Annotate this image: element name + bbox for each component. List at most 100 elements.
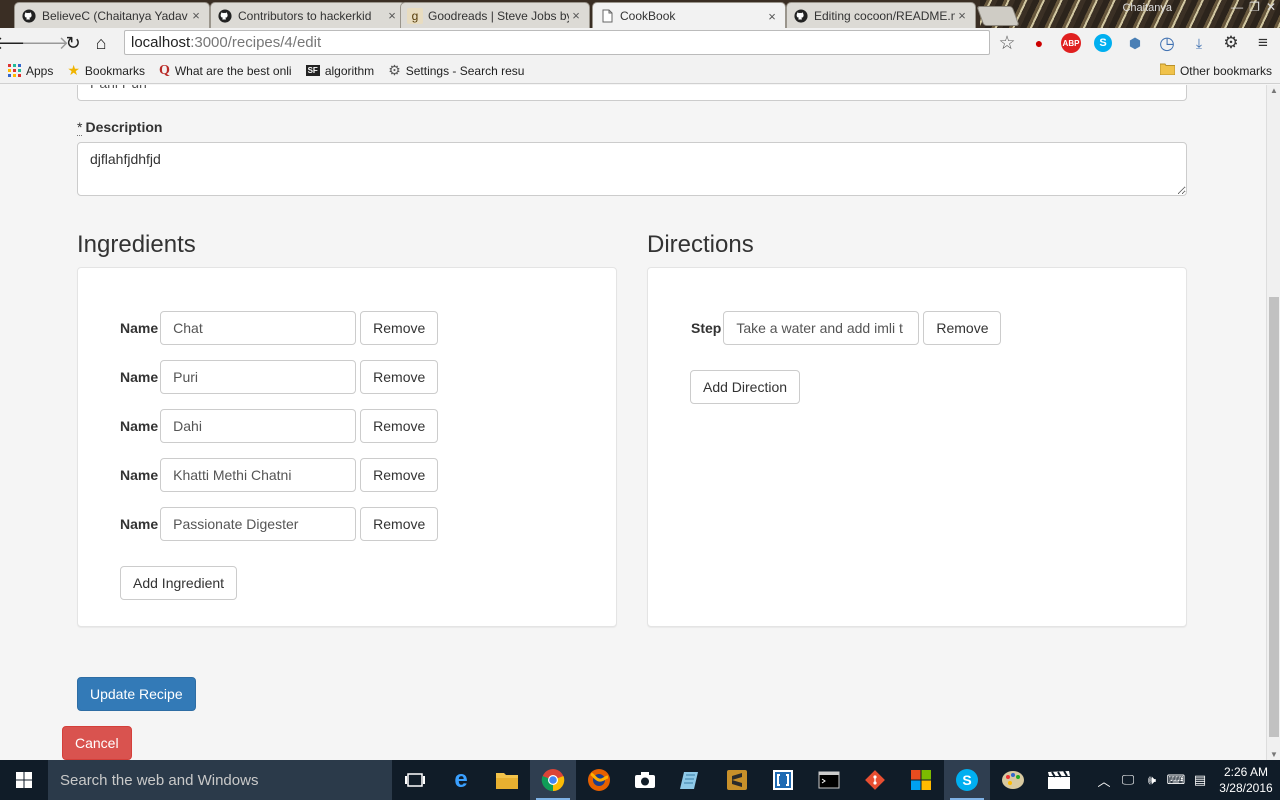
ingredient-name-input[interactable] <box>160 360 357 394</box>
step-label: Step <box>691 320 722 336</box>
office-app[interactable] <box>898 760 944 800</box>
page-scrollbar[interactable]: ▲ ▼ <box>1266 85 1280 760</box>
notifier-icon[interactable]: ⬢ <box>1122 30 1148 56</box>
new-tab-button[interactable] <box>976 6 1020 26</box>
forward-button[interactable]: 🡒 <box>21 29 69 57</box>
clock-date: 3/28/2016 <box>1219 781 1273 795</box>
scroll-down-icon[interactable]: ▼ <box>1270 750 1278 759</box>
close-tab-icon[interactable]: × <box>955 8 969 23</box>
close-window-icon[interactable]: ✕ <box>1266 0 1276 14</box>
quora-icon: Q <box>158 62 170 78</box>
directions-heading: Directions <box>647 231 754 258</box>
add-ingredient-button[interactable]: Add Ingredient <box>120 566 238 600</box>
extension-icons: ☆ ● ABP S ⬢ ◷ ⤓ ⚙ ≡ <box>994 30 1276 56</box>
description-field[interactable]: djflahfjdhfjd <box>77 142 1187 196</box>
ingredient-name-input[interactable] <box>160 311 357 345</box>
tab-editing-cocoon[interactable]: Editing cocoon/README.m × <box>786 2 976 28</box>
window-controls: — ❐ ✕ <box>1231 0 1276 14</box>
close-tab-icon[interactable]: × <box>569 8 583 23</box>
cancel-button[interactable]: Cancel <box>62 726 132 760</box>
tab-believec[interactable]: BelieveC (Chaitanya Yadav × <box>14 2 210 28</box>
ingredients-panel: Name Remove Name Remove Name Remove Name… <box>77 267 617 627</box>
brackets-icon <box>773 770 793 790</box>
network-icon[interactable]: 🖵 <box>1116 772 1140 788</box>
maximize-icon[interactable]: ❐ <box>1249 0 1260 14</box>
menu-icon[interactable]: ≡ <box>1250 30 1276 56</box>
file-explorer-app[interactable] <box>484 760 530 800</box>
download-icon[interactable]: ⤓ <box>1186 30 1212 56</box>
remove-direction-button[interactable]: Remove <box>923 311 1002 345</box>
remove-ingredient-button[interactable]: Remove <box>360 458 439 492</box>
clapperboard-icon <box>1048 770 1070 789</box>
paint-palette-icon <box>1002 771 1024 789</box>
scroll-up-icon[interactable]: ▲ <box>1270 86 1278 95</box>
command-prompt-app[interactable] <box>806 760 852 800</box>
ingredient-name-input[interactable] <box>160 409 357 443</box>
remove-ingredient-button[interactable]: Remove <box>360 360 439 394</box>
terminal-icon <box>818 771 840 789</box>
browser-toolbar: 🡐 🡒 ↻ ⌂ localhost:3000/recipes/4/edit ☆ … <box>0 28 1280 58</box>
bookmark-algorithm[interactable]: SF algorithm <box>305 64 374 78</box>
tab-title: Goodreads | Steve Jobs by <box>428 8 569 23</box>
add-direction-button[interactable]: Add Direction <box>690 370 801 404</box>
bookmark-quora[interactable]: Q What are the best onli <box>159 63 292 79</box>
brackets-app[interactable] <box>760 760 806 800</box>
git-app[interactable] <box>852 760 898 800</box>
keyboard-icon[interactable]: ⌨ <box>1164 772 1188 788</box>
bookmark-star-icon[interactable]: ☆ <box>994 30 1020 56</box>
address-bar[interactable]: localhost:3000/recipes/4/edit <box>124 30 990 55</box>
close-tab-icon[interactable]: × <box>765 9 779 24</box>
close-tab-icon[interactable]: × <box>385 8 399 23</box>
profile-name[interactable]: Chaitanya <box>1122 2 1172 14</box>
bookmark-bookmarks[interactable]: ★ Bookmarks <box>67 62 145 79</box>
bookmark-apps[interactable]: Apps <box>8 64 53 78</box>
tab-goodreads[interactable]: g Goodreads | Steve Jobs by × <box>400 2 590 28</box>
volume-icon[interactable]: 🕪 <box>1140 772 1164 788</box>
paint-app[interactable] <box>990 760 1036 800</box>
search-placeholder: Search the web and Windows <box>60 771 259 789</box>
minimize-icon[interactable]: — <box>1231 0 1243 14</box>
chevron-up-icon[interactable]: ︿ <box>1092 771 1116 790</box>
gear-icon[interactable]: ⚙ <box>1218 30 1244 56</box>
remove-ingredient-button[interactable]: Remove <box>360 311 439 345</box>
clock[interactable]: 2:26 AM 3/28/2016 <box>1212 764 1280 796</box>
close-tab-icon[interactable]: × <box>189 8 203 23</box>
update-recipe-button[interactable]: Update Recipe <box>77 677 196 711</box>
edge-app[interactable]: e <box>438 760 484 800</box>
adblock-icon[interactable]: ABP <box>1058 30 1084 56</box>
description-label: * Description <box>77 119 162 136</box>
ingredient-row: Name Remove <box>120 458 439 492</box>
start-button[interactable] <box>0 760 48 800</box>
ingredient-name-input[interactable] <box>160 458 357 492</box>
reload-button[interactable]: ↻ <box>59 29 87 57</box>
tab-strip: BelieveC (Chaitanya Yadav × Contributors… <box>0 0 1280 28</box>
tab-contributors[interactable]: Contributors to hackerkid × <box>210 2 406 28</box>
movie-maker-app[interactable] <box>1036 760 1082 800</box>
scrollbar-thumb[interactable] <box>1269 297 1279 737</box>
ingredient-name-input[interactable] <box>160 507 357 541</box>
lastpass-icon[interactable]: ● <box>1026 30 1052 56</box>
home-button[interactable]: ⌂ <box>87 29 115 57</box>
skype-icon[interactable]: S <box>1090 30 1116 56</box>
remove-ingredient-button[interactable]: Remove <box>360 507 439 541</box>
skype-app[interactable]: S <box>944 760 990 800</box>
sublime-icon <box>727 770 747 790</box>
direction-step-input[interactable] <box>723 311 920 345</box>
history-icon[interactable]: ◷ <box>1154 30 1180 56</box>
tab-cookbook[interactable]: CookBook × <box>592 2 786 28</box>
camera-app[interactable] <box>622 760 668 800</box>
git-icon <box>865 770 885 790</box>
notifications-icon[interactable]: ▤ <box>1188 772 1212 788</box>
ingredient-row: Name Remove <box>120 507 439 541</box>
firefox-app[interactable] <box>576 760 622 800</box>
other-bookmarks[interactable]: Other bookmarks <box>1159 63 1272 78</box>
task-view-button[interactable] <box>392 760 438 800</box>
folder-icon <box>496 773 518 789</box>
notes-app[interactable] <box>668 760 714 800</box>
recipe-name-field[interactable]: Pani Puri <box>77 85 1187 101</box>
bookmark-settings[interactable]: ⚙ Settings - Search resu <box>388 62 524 79</box>
chrome-app[interactable] <box>530 760 576 800</box>
taskbar-search[interactable]: Search the web and Windows <box>48 760 392 800</box>
sublime-app[interactable] <box>714 760 760 800</box>
remove-ingredient-button[interactable]: Remove <box>360 409 439 443</box>
